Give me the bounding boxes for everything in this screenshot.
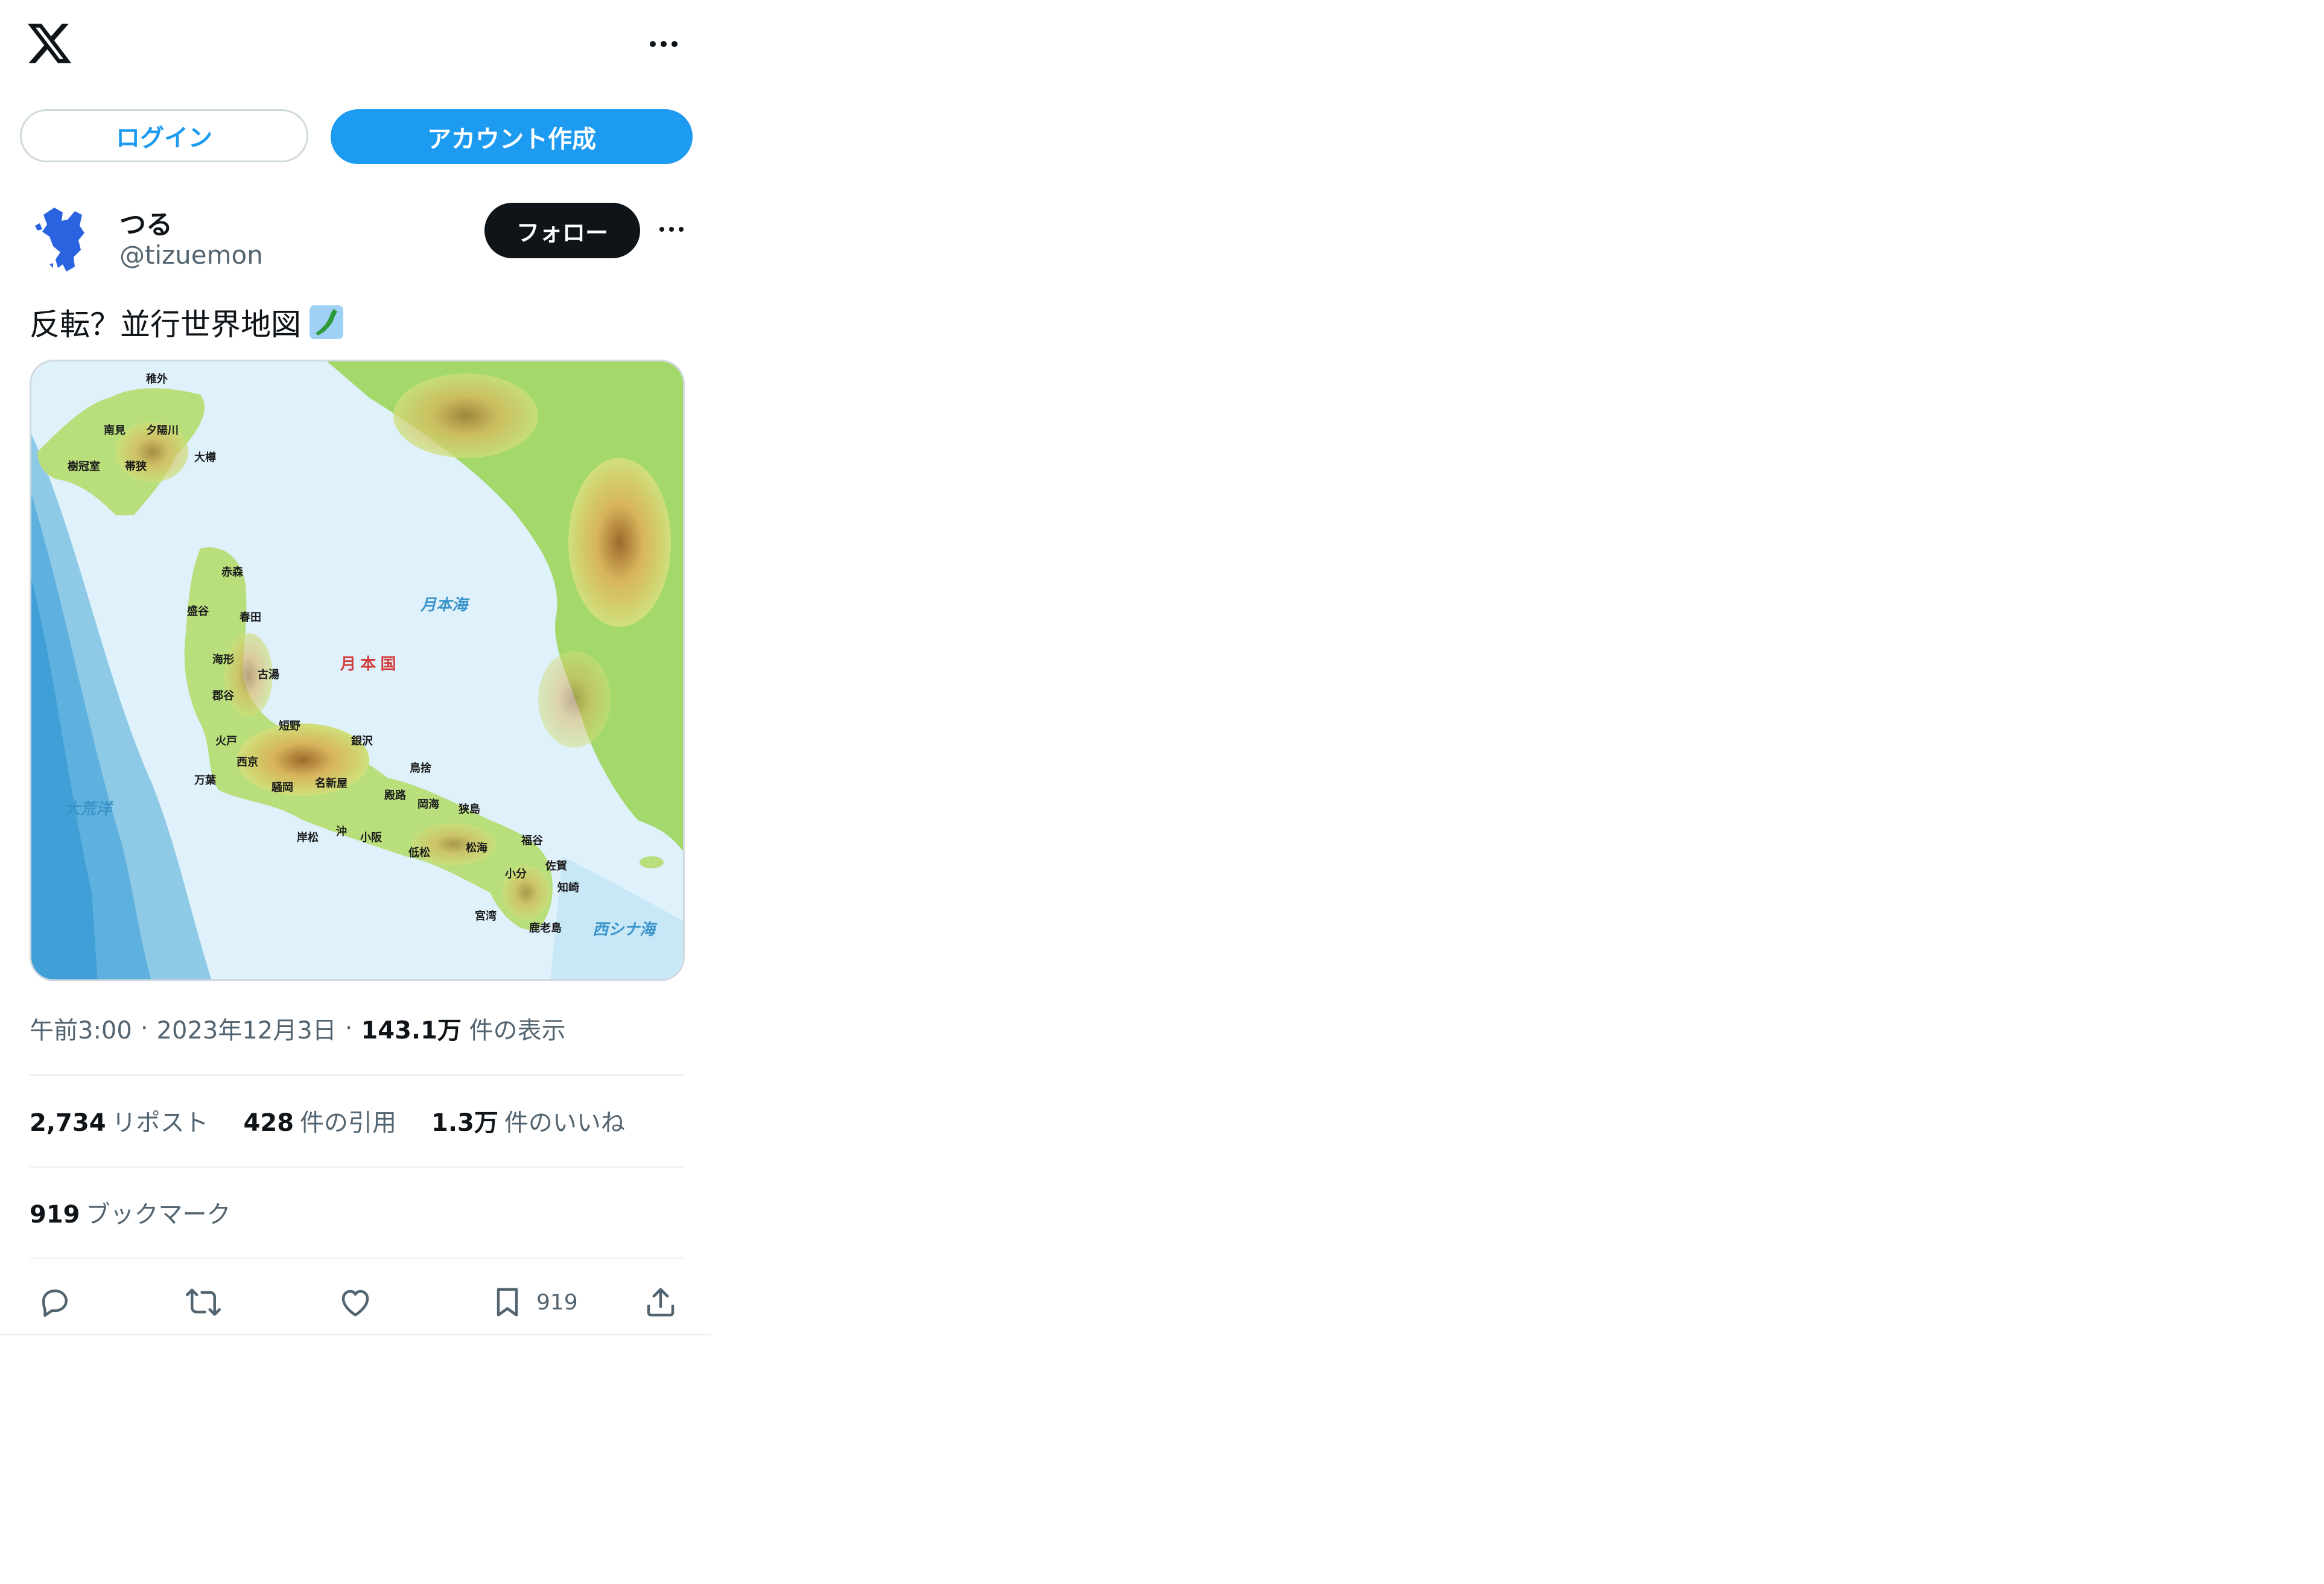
city-label: 鹿老島 [529, 921, 562, 934]
city-label: 火戸 [215, 735, 237, 747]
city-label: 夕陽川 [146, 424, 179, 436]
city-label: 樹冠室 [68, 460, 100, 472]
meta-separator: · [344, 1014, 353, 1042]
post-meta: 午前3:00 · 2023年12月3日 · 143.1万 件の表示 [30, 1011, 566, 1046]
like-count-label: 件のいいね [504, 1109, 625, 1137]
login-button[interactable]: ログイン [20, 109, 308, 162]
city-label: 海形 [212, 653, 234, 666]
city-label: 佐賀 [545, 859, 567, 872]
repost-button[interactable] [185, 1278, 221, 1326]
view-count-value: 143.1万 [361, 1017, 462, 1045]
city-label: 宮湾 [475, 909, 497, 922]
repost-count-value: 2,734 [30, 1109, 106, 1137]
bookmark-count[interactable]: 919 ブックマーク [30, 1195, 231, 1230]
view-count: 143.1万 件の表示 [361, 1011, 565, 1046]
avatar[interactable] [31, 202, 98, 274]
repost-count-label: リポスト [112, 1109, 209, 1137]
city-label: 福谷 [521, 834, 544, 847]
city-label: 帯狭 [125, 460, 147, 472]
city-label: 短野 [279, 719, 300, 732]
city-label: 岸松 [297, 831, 319, 844]
follow-button[interactable]: フォロー [484, 203, 640, 258]
signup-button[interactable]: アカウント作成 [331, 109, 693, 164]
like-icon [341, 1290, 369, 1317]
city-label: 名新屋 [315, 777, 348, 789]
action-bar: 919 [30, 1278, 685, 1326]
post-stats: 2,734 リポスト 428 件の引用 1.3万 件のいいね [30, 1103, 625, 1138]
like-count-value: 1.3万 [431, 1109, 498, 1137]
city-label: 沖 [336, 825, 347, 838]
repost-count[interactable]: 2,734 リポスト [30, 1103, 209, 1138]
x-logo-icon[interactable] [25, 19, 74, 68]
city-label: 殿路 [384, 789, 407, 801]
city-label: 盛谷 [187, 605, 209, 617]
city-label: 松海 [466, 841, 487, 854]
divider [30, 1074, 685, 1076]
display-name[interactable]: つる [119, 203, 173, 241]
city-label: 稚外 [146, 372, 168, 385]
bookmark-action-count: 919 [536, 1290, 578, 1315]
quote-count-value: 428 [243, 1109, 294, 1137]
divider [30, 1166, 685, 1168]
bookmark-count-label: ブックマーク [86, 1201, 231, 1229]
city-label: 騒岡 [271, 781, 293, 794]
more-icon[interactable] [640, 29, 688, 59]
city-label: 小分 [505, 868, 527, 880]
ocean-west-label: 大荒洋 [65, 800, 114, 818]
repost-icon [186, 1288, 221, 1316]
country-label: 月 本 国 [340, 655, 396, 673]
sea-south-label: 西シナ海 [592, 920, 658, 938]
share-icon [647, 1288, 675, 1317]
quote-count[interactable]: 428 件の引用 [244, 1103, 397, 1138]
city-label: 小阪 [360, 831, 383, 844]
city-label: 万葉 [194, 774, 217, 786]
like-count[interactable]: 1.3万 件のいいね [431, 1103, 625, 1138]
post-text-body: 反転？並行世界地図 [30, 307, 301, 342]
post-text: 反転？並行世界地図 [30, 301, 343, 344]
bookmark-icon [497, 1288, 518, 1317]
quote-count-label: 件の引用 [300, 1109, 397, 1137]
city-label: 低松 [408, 846, 430, 859]
city-label: 知崎 [557, 881, 579, 894]
city-label: 赤森 [221, 565, 244, 578]
view-count-label: 件の表示 [469, 1017, 566, 1045]
city-label: 岡海 [417, 798, 439, 810]
city-label: 狭島 [458, 803, 480, 815]
user-handle[interactable]: @tizuemon [119, 240, 263, 270]
bookmark-count-value: 919 [30, 1201, 80, 1229]
city-label: 大樽 [194, 451, 216, 463]
sea-north-label: 月本海 [420, 596, 470, 614]
city-label: 郡谷 [212, 690, 235, 702]
city-label: 古湯 [258, 668, 279, 681]
city-label: 南見 [104, 424, 125, 436]
japan-map-emoji-icon [310, 305, 343, 339]
city-label: 銀沢 [351, 734, 373, 747]
meta-separator: · [140, 1014, 148, 1042]
post-image-map[interactable]: 月本海 月 本 国 大荒洋 西シナ海 稚外 南見 夕陽川 樹冠室 帯狭 大樽 赤… [30, 360, 685, 981]
post-time[interactable]: 午前3:00 [30, 1011, 132, 1046]
bookmark-button[interactable]: 919 [489, 1278, 578, 1326]
divider [30, 1258, 685, 1259]
city-label: 春田 [240, 611, 261, 623]
post-more-icon[interactable] [656, 217, 687, 241]
city-label: 鳥捨 [410, 762, 432, 774]
city-label: 西京 [237, 755, 258, 768]
like-button[interactable] [337, 1278, 373, 1326]
share-button[interactable] [643, 1278, 679, 1326]
reply-button[interactable] [37, 1278, 73, 1326]
post-date[interactable]: 2023年12月3日 [157, 1011, 337, 1046]
post-panel: ログイン アカウント作成 つる @tizuemon フォロー 反転？並行世界地図 [0, 0, 711, 1335]
reply-icon [42, 1290, 68, 1317]
